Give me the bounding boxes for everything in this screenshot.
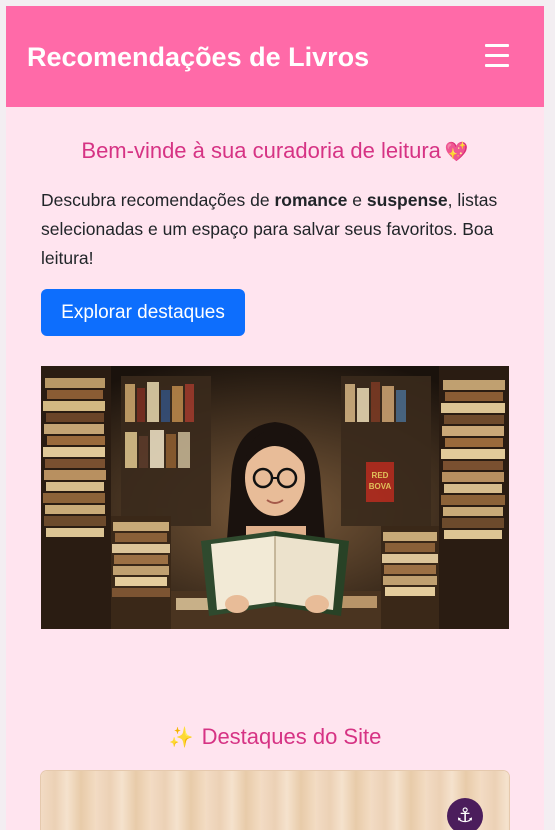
highlight-card[interactable]: ⚓ (41, 771, 509, 830)
site-brand[interactable]: Recomendações de Livros (27, 42, 369, 72)
hamburger-line (485, 44, 509, 47)
intro-keyword-suspense: suspense (366, 190, 448, 210)
highlights-heading-text: Destaques do Site (201, 724, 382, 749)
page: Recomendações de Livros Bem-vinde à sua … (6, 6, 544, 830)
anchor-icon: ⚓ (447, 798, 483, 830)
intro-text-connector: e (347, 190, 367, 210)
welcome-heading: Bem-vinde à sua curadoria de leitura 💖 (6, 137, 544, 166)
hero-illustration: RED BOVA (41, 366, 509, 629)
hero-book-title: RED (372, 471, 389, 480)
hero-book-title-2: BOVA (369, 482, 392, 491)
hamburger-menu-icon[interactable] (485, 44, 509, 67)
hero-image: RED BOVA (41, 366, 509, 629)
hamburger-line (485, 64, 509, 67)
welcome-heading-text: Bem-vinde à sua curadoria de leitura (81, 138, 441, 163)
intro-text-start: Descubra recomendações de (41, 190, 275, 210)
hamburger-line (485, 54, 509, 57)
explore-highlights-button[interactable]: Explorar destaques (41, 289, 245, 336)
intro-keyword-romance: romance (274, 190, 348, 210)
sparkles-icon: ✨ (168, 725, 194, 749)
highlights-heading: ✨ Destaques do Site (6, 723, 544, 751)
sparkling-heart-icon: 💖 (444, 141, 469, 163)
intro-paragraph: Descubra recomendações de romance e susp… (41, 186, 511, 273)
navbar: Recomendações de Livros (6, 6, 544, 107)
